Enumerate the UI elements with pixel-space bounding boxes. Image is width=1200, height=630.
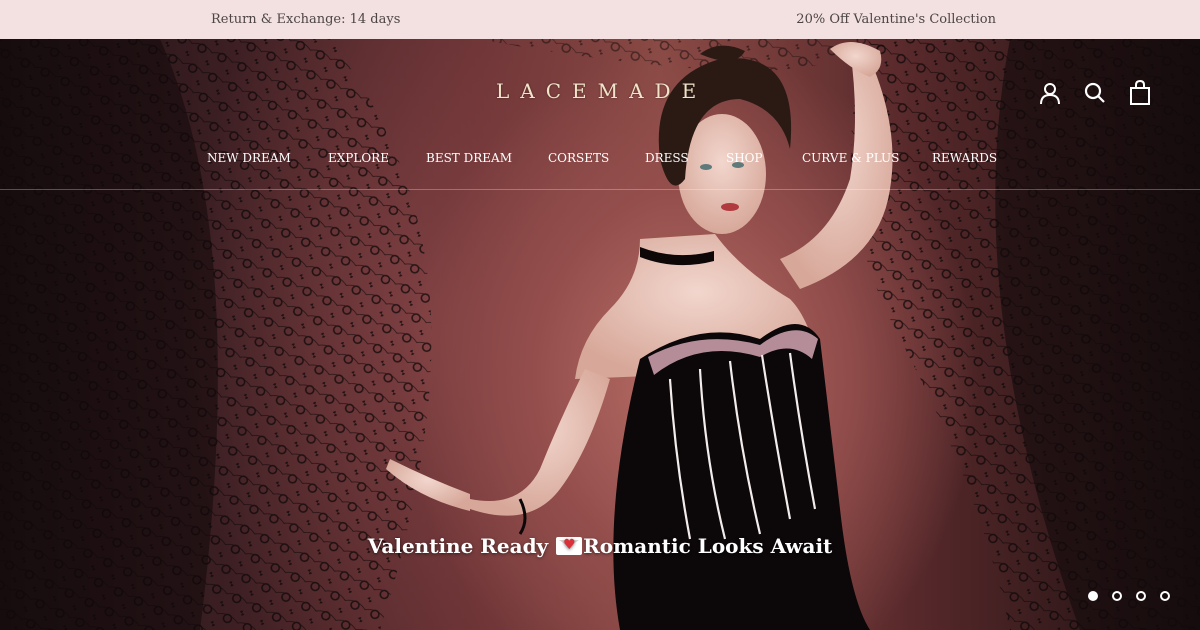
nav-item-rewards[interactable]: REWARDS xyxy=(932,151,997,165)
main-nav: NEW DREAM EXPLORE BEST DREAM CORSETS DRE… xyxy=(0,149,1200,173)
nav-item-shop[interactable]: SHOP xyxy=(726,151,763,165)
promo-notice[interactable]: 20% Off Valentine's Collection xyxy=(796,12,996,27)
slide-dot-1[interactable] xyxy=(1088,591,1098,601)
brand-logo[interactable]: LACEMADE xyxy=(496,79,706,109)
nav-item-corsets[interactable]: CORSETS xyxy=(548,151,609,165)
slide-dot-3[interactable] xyxy=(1136,591,1146,601)
nav-item-best-dream[interactable]: BEST DREAM xyxy=(426,151,512,165)
caption-text-end: Romantic Looks Await xyxy=(583,534,833,558)
search-icon[interactable] xyxy=(1081,79,1109,107)
account-icon[interactable] xyxy=(1036,79,1064,107)
love-letter-icon xyxy=(556,537,583,555)
nav-item-curve-plus[interactable]: CURVE & PLUS xyxy=(802,151,899,165)
nav-divider xyxy=(0,189,1200,190)
nav-item-new-dream[interactable]: NEW DREAM xyxy=(207,151,291,165)
caption-text-start: Valentine Ready xyxy=(367,534,556,558)
hero-banner[interactable]: LACEMADE NEW DREAM EXPLORE BEST DREAM CO… xyxy=(0,39,1200,630)
slide-dot-4[interactable] xyxy=(1160,591,1170,601)
slide-dot-2[interactable] xyxy=(1112,591,1122,601)
slide-indicators xyxy=(1088,591,1170,601)
announcement-bar: Return & Exchange: 14 days 20% Off Valen… xyxy=(0,0,1200,39)
hero-caption[interactable]: Valentine Ready Romantic Looks Await xyxy=(0,534,1200,558)
cart-icon[interactable] xyxy=(1126,79,1154,107)
returns-notice[interactable]: Return & Exchange: 14 days xyxy=(211,12,400,27)
nav-item-explore[interactable]: EXPLORE xyxy=(328,151,389,165)
nav-item-dress[interactable]: DRESS xyxy=(645,151,689,165)
